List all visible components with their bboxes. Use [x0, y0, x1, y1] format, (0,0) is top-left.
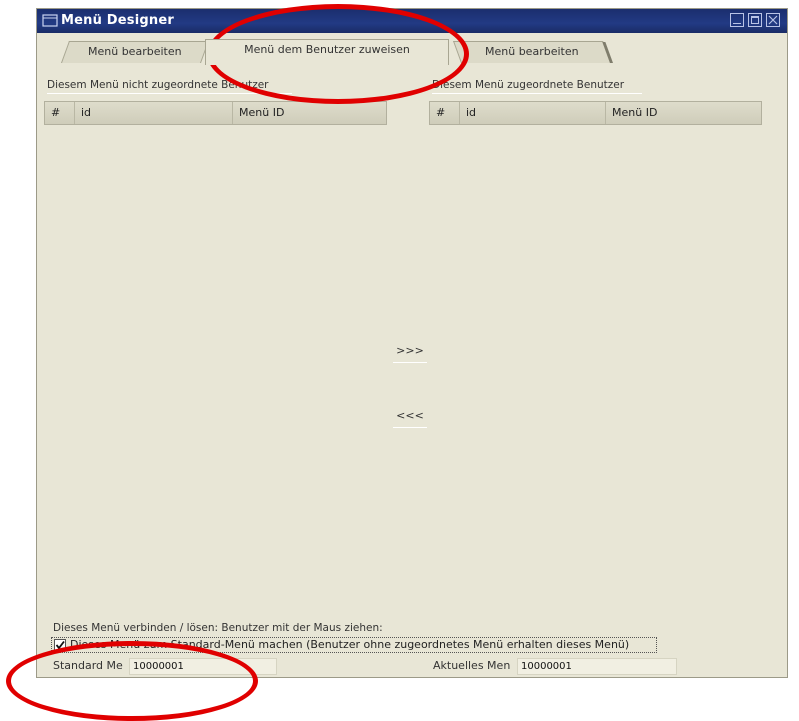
- minimize-icon[interactable]: [730, 13, 744, 27]
- divider: [432, 93, 642, 94]
- column-header-id[interactable]: id: [75, 102, 233, 124]
- assigned-users-label: Diesem Menü zugeordnete Benutzer: [432, 79, 625, 91]
- tab-label: Menü dem Benutzer zuweisen: [244, 43, 410, 56]
- unassign-user-button[interactable]: <<<: [393, 409, 427, 428]
- window-app-icon: [42, 14, 58, 27]
- current-menu-label: Aktuelles Men: [433, 659, 511, 672]
- tab-menu-bearbeiten-2[interactable]: Menü bearbeiten: [452, 41, 612, 63]
- menu-designer-window: Menü Designer Menü bearbeiten Menü dem B…: [36, 8, 788, 678]
- column-header-menu-id[interactable]: Menü ID: [233, 102, 386, 124]
- tab-label: Menü bearbeiten: [88, 45, 182, 58]
- close-icon[interactable]: [766, 13, 780, 27]
- assign-user-button[interactable]: >>>: [393, 344, 427, 363]
- tab-menu-benutzer-zuweisen[interactable]: Menü dem Benutzer zuweisen: [205, 39, 449, 65]
- checkmark-icon: [55, 640, 65, 650]
- default-menu-checkbox-row[interactable]: Dieses Menü zum Standard-Menü machen (Be…: [51, 637, 657, 653]
- standard-menu-label: Standard Me: [53, 659, 123, 672]
- column-header-menu-id[interactable]: Menü ID: [606, 102, 761, 124]
- current-menu-field[interactable]: 10000001: [517, 658, 677, 675]
- default-menu-checkbox[interactable]: [54, 639, 66, 651]
- assigned-users-grid[interactable]: # id Menü ID: [429, 101, 762, 125]
- column-header-id[interactable]: id: [460, 102, 606, 124]
- divider: [47, 93, 292, 94]
- column-header-number[interactable]: #: [45, 102, 75, 124]
- drag-hint-text: Dieses Menü verbinden / lösen: Benutzer …: [53, 622, 383, 634]
- standard-menu-field[interactable]: 10000001: [129, 658, 277, 675]
- column-header-number[interactable]: #: [430, 102, 460, 124]
- tab-strip: Menü bearbeiten Menü dem Benutzer zuweis…: [37, 33, 787, 73]
- tab-menu-bearbeiten[interactable]: Menü bearbeiten: [60, 41, 210, 63]
- default-menu-checkbox-label: Dieses Menü zum Standard-Menü machen (Be…: [70, 638, 630, 651]
- window-title: Menü Designer: [61, 13, 174, 28]
- maximize-icon[interactable]: [748, 13, 762, 27]
- title-bar: Menü Designer: [37, 9, 787, 33]
- unassigned-users-label: Diesem Menü nicht zugeordnete Benutzer: [47, 79, 269, 91]
- tab-label: Menü bearbeiten: [485, 45, 579, 58]
- unassigned-users-grid[interactable]: # id Menü ID: [44, 101, 387, 125]
